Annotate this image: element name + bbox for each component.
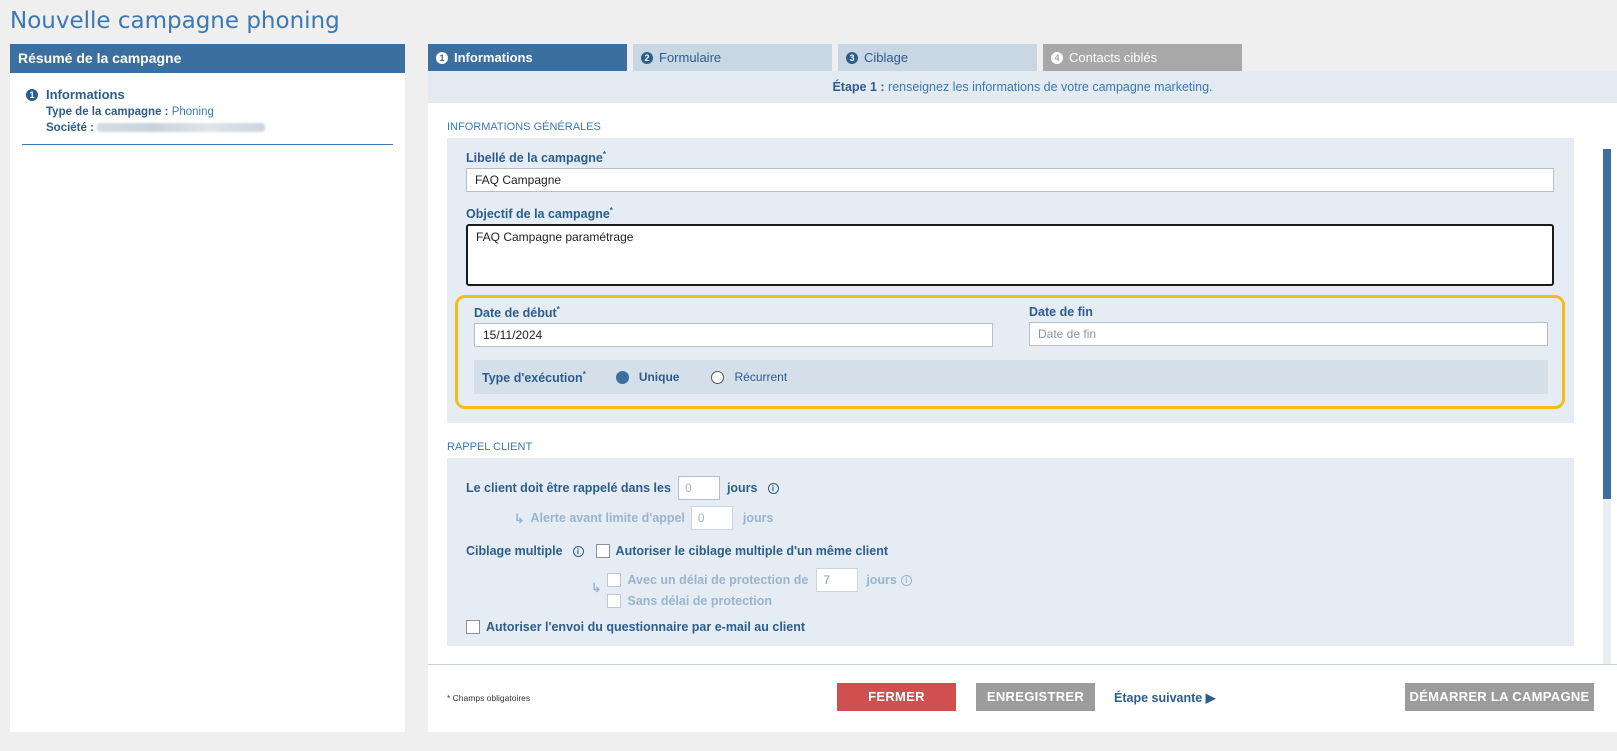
rappel-days-unit: jours — [726, 481, 758, 496]
rappel-box: Le client doit être rappelé dans les 0 j… — [447, 458, 1574, 647]
radio-recurrent[interactable] — [711, 370, 725, 384]
info-icon[interactable]: i — [572, 545, 584, 557]
tab-informations[interactable]: 1 Informations — [428, 44, 627, 71]
tab-label: Contacts ciblés — [1069, 50, 1158, 65]
step-number-icon: 2 — [641, 51, 653, 64]
summary-section-title: 1 Informations — [26, 87, 405, 102]
objectif-textarea[interactable]: FAQ Campagne paramétrage — [466, 224, 1554, 287]
form-content: Étape 1 : renseignez les informations de… — [428, 71, 1617, 664]
summary-divider — [22, 144, 393, 145]
alerte-row: ↳ Alerte avant limite d'appel 0 jours — [514, 506, 1554, 531]
delai-input[interactable]: 7 — [816, 568, 859, 593]
main-panel: 1 Informations 2 Formulaire 3 Ciblage 4 … — [428, 44, 1617, 732]
required-note: * Champs obligatoires — [447, 693, 531, 703]
delai-group: ↳ Avec un délai de protection de 7 jours… — [591, 568, 1554, 609]
libelle-label: Libellé de la campagne* — [466, 150, 606, 166]
tab-label: Ciblage — [864, 50, 909, 65]
summary-company-label: Société : — [46, 122, 94, 134]
radio-unique[interactable] — [615, 370, 629, 384]
scrollbar[interactable] — [1603, 149, 1611, 664]
scrollbar-thumb[interactable] — [1603, 149, 1611, 499]
info-icon[interactable]: i — [767, 482, 779, 494]
demarrer-button[interactable]: DÉMARRER LA CAMPAGNE — [1405, 683, 1594, 711]
summary-company-line: Société : — [46, 122, 405, 134]
fermer-button[interactable]: FERMER — [837, 683, 956, 711]
alerte-label: Alerte avant limite d'appel — [530, 511, 685, 526]
step-number-icon: 4 — [1051, 51, 1063, 64]
delai-checkbox[interactable] — [607, 573, 622, 588]
summary-section-label: Informations — [46, 87, 125, 102]
alerte-input[interactable]: 0 — [690, 506, 733, 531]
rappel-row: Le client doit être rappelé dans les 0 j… — [466, 476, 1554, 501]
sans-delai-row: Sans délai de protection — [607, 594, 911, 609]
next-step-label: Étape suivante — [1114, 691, 1203, 705]
tab-label: Formulaire — [659, 50, 722, 65]
sans-delai-checkbox[interactable] — [607, 594, 622, 609]
summary-type-label: Type de la campagne : — [46, 106, 169, 118]
radio-recurrent-label[interactable]: Récurrent — [734, 370, 787, 384]
form-footer: * Champs obligatoires FERMER ENREGISTRER… — [428, 664, 1617, 732]
step-instructions: Étape 1 : renseignez les informations de… — [428, 71, 1617, 103]
libelle-input[interactable]: FAQ Campagne — [466, 168, 1554, 193]
date-debut-input[interactable]: 15/11/2024 — [474, 323, 993, 348]
info-icon[interactable]: i — [900, 574, 912, 586]
page-title: Nouvelle campagne phoning — [10, 8, 340, 34]
redacted-company-value — [97, 123, 266, 133]
summary-panel: Résumé de la campagne 1 Informations Typ… — [10, 44, 405, 732]
ciblage-row: Ciblage multiple i Autoriser le ciblage … — [466, 544, 1554, 559]
execution-type-row: Type d'exécution* Unique Récurrent — [474, 360, 1548, 395]
date-fin-label: Date de fin — [1029, 305, 1093, 320]
date-fin-input[interactable]: Date de fin — [1029, 322, 1548, 347]
sub-arrow-icon: ↳ — [514, 511, 525, 526]
rappel-days-input[interactable]: 0 — [677, 476, 720, 501]
sans-delai-label: Sans délai de protection — [627, 594, 772, 609]
tab-contacts-cibles[interactable]: 4 Contacts ciblés — [1043, 44, 1242, 71]
objectif-label: Objectif de la campagne* — [466, 206, 613, 222]
section-label-general: INFORMATIONS GÉNÉRALES — [447, 121, 601, 133]
delai-label: Avec un délai de protection de — [627, 573, 809, 588]
rappel-label: Le client doit être rappelé dans les — [466, 481, 671, 496]
questionnaire-row: Autoriser l'envoi du questionnaire par e… — [466, 620, 1554, 635]
delai-unit: jours — [866, 573, 897, 588]
tab-ciblage[interactable]: 3 Ciblage — [838, 44, 1037, 71]
tab-label: Informations — [454, 50, 533, 65]
general-info-box: Libellé de la campagne* FAQ Campagne Obj… — [447, 138, 1574, 424]
summary-type-line: Type de la campagne : Phoning — [46, 106, 405, 118]
alerte-unit: jours — [742, 511, 774, 526]
questionnaire-label[interactable]: Autoriser l'envoi du questionnaire par e… — [486, 620, 805, 634]
step-number-icon: 1 — [436, 51, 448, 64]
step-tabs: 1 Informations 2 Formulaire 3 Ciblage 4 … — [428, 44, 1617, 71]
delai-row: Avec un délai de protection de 7 jours i — [607, 568, 912, 593]
questionnaire-checkbox[interactable] — [466, 620, 480, 635]
sub-arrow-icon: ↳ — [591, 581, 602, 596]
ciblage-label: Ciblage multiple — [466, 544, 563, 559]
step-indicator: Étape 1 : — [832, 80, 885, 94]
execution-type-label: Type d'exécution* — [482, 369, 586, 386]
step-number-icon: 3 — [846, 51, 858, 64]
caret-right-icon: ▶ — [1205, 691, 1216, 705]
summary-header: Résumé de la campagne — [10, 44, 405, 73]
next-step-link[interactable]: Étape suivante ▶ — [1114, 690, 1215, 705]
delai-options: Avec un délai de protection de 7 jours i… — [607, 568, 912, 609]
date-debut-label: Date de début* — [474, 305, 560, 321]
ciblage-multiple-checkbox[interactable] — [595, 544, 610, 559]
enregistrer-button[interactable]: ENREGISTRER — [976, 683, 1095, 711]
step-text: renseignez les informations de votre cam… — [884, 80, 1213, 94]
step-number-icon: 1 — [26, 88, 38, 101]
section-label-rappel: RAPPEL CLIENT — [447, 441, 533, 454]
ciblage-checkbox-label[interactable]: Autoriser le ciblage multiple d'un même … — [616, 544, 888, 558]
radio-unique-label[interactable]: Unique — [639, 370, 680, 384]
tab-formulaire[interactable]: 2 Formulaire — [633, 44, 832, 71]
summary-type-value: Phoning — [171, 106, 214, 118]
date-highlight-box: Date de début* 15/11/2024 Date de fin Da… — [455, 295, 1565, 410]
